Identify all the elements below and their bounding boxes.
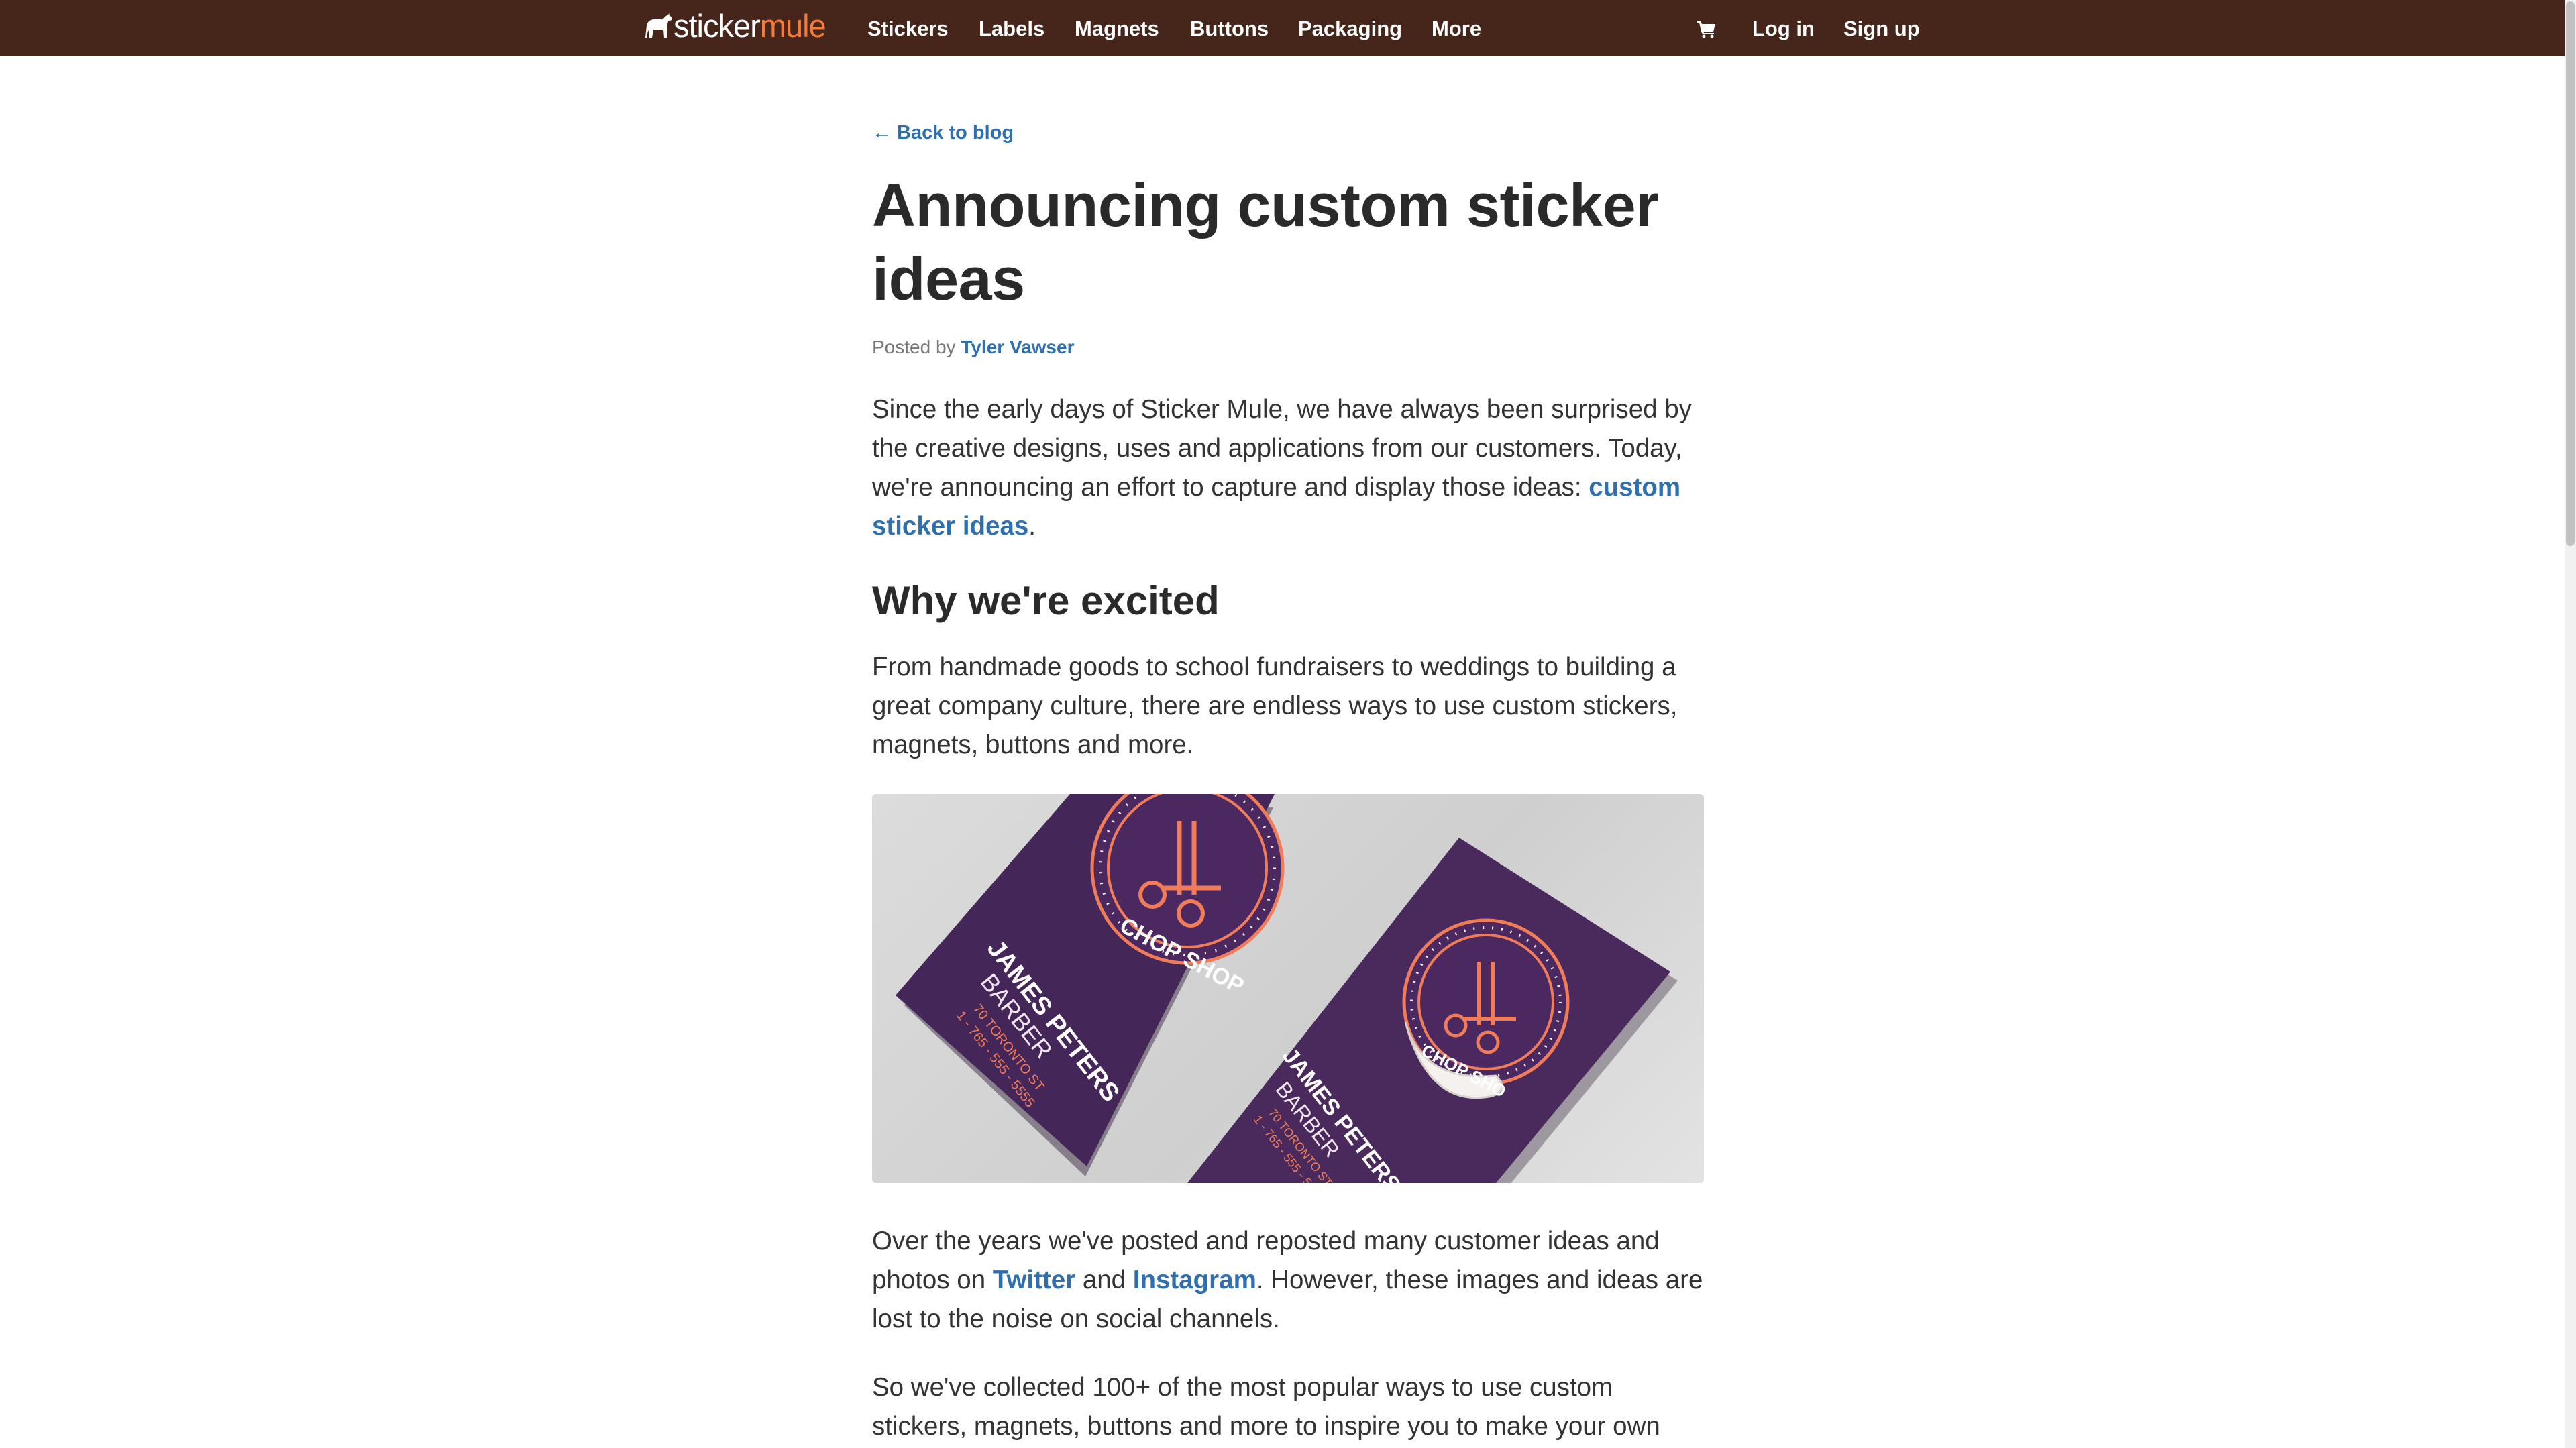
section-heading: Why we're excited — [872, 578, 1220, 623]
nav-item-stickers[interactable]: Stickers — [867, 15, 949, 43]
article-title: Announcing custom sticker ideas — [872, 172, 1659, 313]
logo-wordmark-sticker: sticker — [674, 8, 761, 44]
top-navigation-bar: stickermule Stickers Labels Magnets Butt… — [0, 0, 2565, 56]
social-paragraph: Over the years we've posted and reposted… — [872, 1222, 1704, 1339]
excited-paragraph: From handmade goods to school fundraiser… — [872, 653, 1678, 759]
signup-link[interactable]: Sign up — [1843, 15, 1920, 43]
social-text-b: and — [1075, 1266, 1133, 1294]
intro-paragraph: Since the early days of Sticker Mule, we… — [872, 390, 1704, 546]
nav-item-packaging[interactable]: Packaging — [1298, 15, 1402, 43]
intro-text: Since the early days of Sticker Mule, we… — [872, 395, 1692, 502]
left-business-card: CHOP SHOP JAMES PETERS BARBER 70 TORONTO… — [896, 794, 1285, 1176]
business-card-illustration: CHOP SHOP JAMES PETERS BARBER 70 TORONTO… — [896, 794, 1678, 1183]
collection-paragraph: So we've collected 100+ of the most popu… — [872, 1373, 1660, 1441]
intro-end: . — [1028, 512, 1036, 541]
page-scrollbar-thumb[interactable] — [2566, 1, 2575, 546]
top-navigation-inner: stickermule Stickers Labels Magnets Butt… — [643, 0, 1920, 56]
mule-logo-icon — [645, 13, 672, 38]
nav-item-buttons[interactable]: Buttons — [1190, 15, 1269, 43]
back-to-blog-link[interactable]: ← Back to blog — [872, 122, 1014, 144]
logo-wordmark: stickermule — [674, 9, 826, 43]
nav-item-more[interactable]: More — [1432, 15, 1481, 43]
nav-item-labels[interactable]: Labels — [979, 15, 1044, 43]
author-link[interactable]: Tyler Vawser — [961, 337, 1074, 357]
login-link[interactable]: Log in — [1752, 15, 1815, 43]
shopping-cart-icon[interactable] — [1696, 18, 1717, 40]
article-byline: Posted by Tyler Vawser — [872, 337, 1074, 358]
byline-prefix: Posted by — [872, 337, 956, 357]
logo-wordmark-mule: mule — [759, 8, 826, 44]
twitter-link[interactable]: Twitter — [993, 1266, 1075, 1294]
nav-item-magnets[interactable]: Magnets — [1075, 15, 1159, 43]
instagram-link[interactable]: Instagram — [1133, 1266, 1256, 1294]
business-card-sticker-photo: CHOP SHOP JAMES PETERS BARBER 70 TORONTO… — [872, 794, 1704, 1183]
sticker-mule-logo[interactable]: stickermule — [643, 9, 826, 43]
